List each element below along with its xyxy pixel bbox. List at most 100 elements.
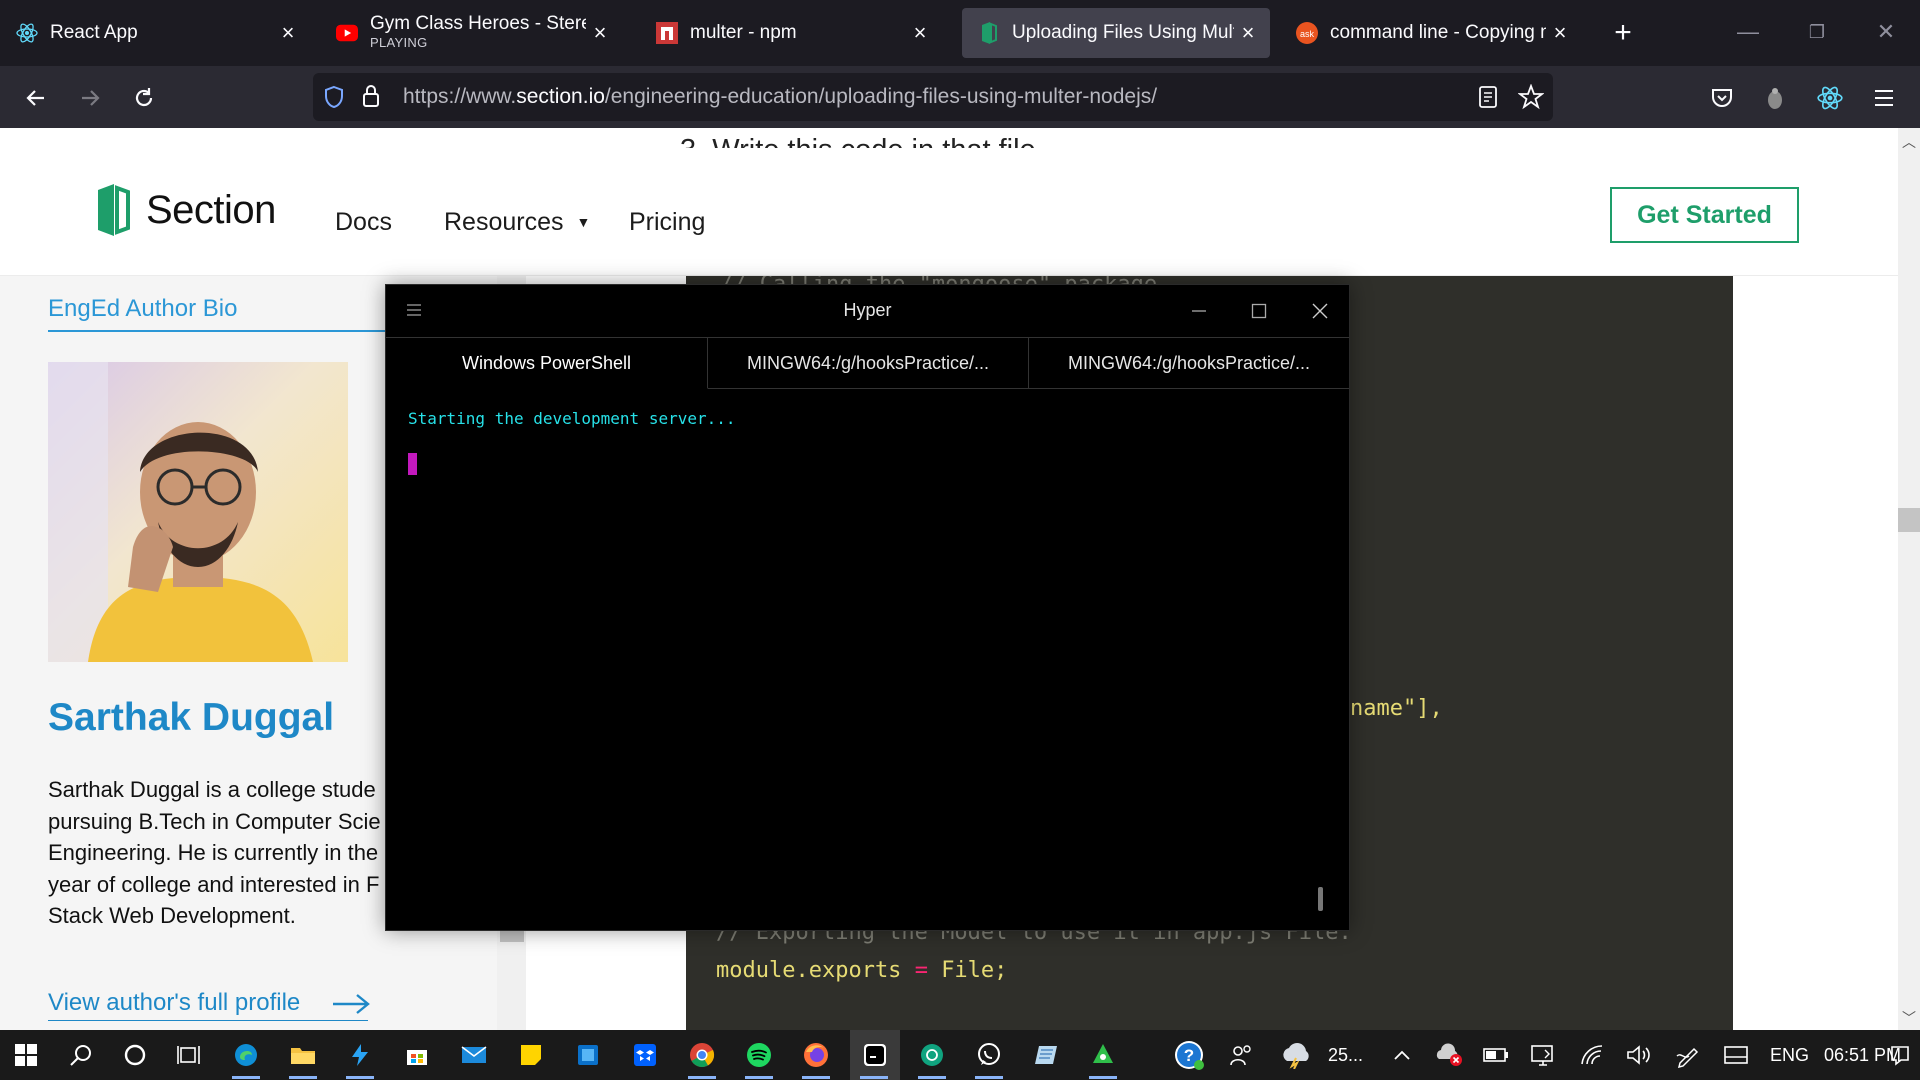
pen-tray-button[interactable]: [1664, 1030, 1712, 1080]
terminal-tab-mingw64[interactable]: MINGW64:/g/hooksPractice/...: [708, 338, 1029, 389]
wifi-tray-button[interactable]: [1568, 1030, 1616, 1080]
tab-title: React App: [50, 22, 138, 43]
taskbar-chatgpt[interactable]: [908, 1030, 956, 1080]
react-icon: [1817, 86, 1843, 110]
volume-tray-button[interactable]: [1615, 1030, 1663, 1080]
author-link-underline: [48, 1020, 368, 1021]
weather-temperature[interactable]: 25...: [1328, 1030, 1363, 1080]
taskbar-chrome[interactable]: [678, 1030, 726, 1080]
taskbar-app-green[interactable]: [1079, 1030, 1127, 1080]
hamburger-menu-icon: [1875, 90, 1893, 106]
minimize-icon[interactable]: —: [1728, 14, 1768, 50]
terminal-tab-mingw64[interactable]: MINGW64:/g/hooksPractice/...: [1029, 338, 1349, 389]
taskbar-firefox[interactable]: [792, 1030, 840, 1080]
notebook-icon: [1035, 1046, 1057, 1064]
weather-tray-button[interactable]: [1272, 1030, 1320, 1080]
tab-youtube[interactable]: Gym Class Heroes - Stereo Hearts PLAYING…: [320, 0, 622, 66]
nav-resources[interactable]: Resources ▼: [444, 208, 590, 237]
tab-multer-npm[interactable]: multer - npm ×: [640, 0, 942, 66]
section-logo[interactable]: Section: [94, 182, 276, 238]
back-arrow-icon: [26, 90, 44, 106]
taskbar-vscode[interactable]: [336, 1030, 384, 1080]
people-tray-button[interactable]: [1218, 1030, 1266, 1080]
taskbar-app-notebook[interactable]: [1022, 1030, 1070, 1080]
mail-icon: [461, 1046, 487, 1063]
taskbar-whatsapp[interactable]: [965, 1030, 1013, 1080]
forward-arrow-icon: [82, 90, 100, 106]
url-bar[interactable]: https://www.section.io/engineering-educa…: [313, 73, 1553, 121]
chevron-up-icon: [1394, 1050, 1410, 1060]
reload-button[interactable]: [124, 78, 164, 118]
section-logo-icon: [98, 184, 130, 236]
author-name[interactable]: Sarthak Duggal: [48, 696, 334, 740]
scroll-down-icon[interactable]: ﹀: [1902, 1008, 1916, 1028]
pocket-button[interactable]: [1702, 78, 1742, 118]
close-tab-icon[interactable]: ×: [586, 19, 614, 47]
cortana-icon: [124, 1044, 146, 1066]
browser-nav-bar: https://www.section.io/engineering-educa…: [0, 66, 1920, 128]
task-view-button[interactable]: [165, 1030, 213, 1080]
close-tab-icon[interactable]: ×: [1546, 19, 1574, 47]
terminal-scrollbar[interactable]: [1318, 887, 1323, 911]
taskbar-hyper[interactable]: [850, 1030, 900, 1080]
nav-pricing[interactable]: Pricing: [629, 208, 705, 237]
extension-icon: [1768, 88, 1782, 109]
minimize-icon[interactable]: [1191, 303, 1207, 319]
taskbar-edge[interactable]: [222, 1030, 270, 1080]
start-button[interactable]: [2, 1030, 50, 1080]
taskbar-dropbox[interactable]: [621, 1030, 669, 1080]
react-devtools-button[interactable]: [1810, 78, 1850, 118]
terminal-output: Starting the development server...: [408, 409, 736, 428]
taskbar-file-explorer[interactable]: [279, 1030, 327, 1080]
notifications-button[interactable]: [1882, 1030, 1918, 1080]
bookmark-star-icon[interactable]: [1518, 84, 1544, 110]
pen-icon: [1676, 1047, 1699, 1068]
forward-button[interactable]: [70, 78, 110, 118]
maximize-icon[interactable]: [1251, 303, 1267, 319]
close-icon[interactable]: [1311, 302, 1329, 320]
terminal-tab-powershell[interactable]: Windows PowerShell: [386, 338, 708, 389]
back-button[interactable]: [16, 78, 56, 118]
cortana-button[interactable]: [111, 1030, 159, 1080]
close-tab-icon[interactable]: ×: [274, 19, 302, 47]
restore-icon[interactable]: ❐: [1797, 14, 1837, 50]
author-avatar: [48, 362, 348, 662]
nav-docs[interactable]: Docs: [335, 208, 392, 237]
extension-button[interactable]: [1755, 78, 1795, 118]
reader-view-icon[interactable]: [1478, 86, 1498, 108]
tab-command-line[interactable]: ask command line - Copying mul ×: [1280, 0, 1582, 66]
input-language[interactable]: ENG: [1770, 1030, 1809, 1080]
author-profile-link[interactable]: View author's full profile: [48, 989, 371, 1017]
page-scrollbar[interactable]: ︿ ﹀: [1898, 128, 1920, 1030]
shield-icon[interactable]: [323, 85, 345, 109]
taskbar-store[interactable]: [393, 1030, 441, 1080]
help-icon: ?: [1175, 1041, 1204, 1070]
show-hidden-icons-button[interactable]: [1378, 1030, 1426, 1080]
battery-tray-button[interactable]: [1472, 1030, 1520, 1080]
help-tray-button[interactable]: ?: [1165, 1030, 1213, 1080]
close-tab-icon[interactable]: ×: [906, 19, 934, 47]
terminal-title-bar[interactable]: Hyper: [386, 285, 1349, 337]
get-started-button[interactable]: Get Started: [1610, 187, 1799, 243]
project-tray-button[interactable]: [1519, 1030, 1567, 1080]
tab-uploading-files[interactable]: Uploading Files Using Multer ×: [962, 8, 1270, 58]
page-scroll-thumb[interactable]: [1898, 508, 1920, 532]
taskbar-app-blue[interactable]: [564, 1030, 612, 1080]
hyper-terminal-window: Hyper Windows PowerShell MINGW64:/g/hook…: [385, 284, 1350, 931]
scroll-up-icon[interactable]: ︿: [1902, 132, 1916, 152]
menu-button[interactable]: [1864, 78, 1904, 118]
taskbar-mail[interactable]: [450, 1030, 498, 1080]
close-window-icon[interactable]: ✕: [1866, 14, 1906, 50]
lock-icon[interactable]: [361, 83, 381, 109]
onedrive-tray-button[interactable]: [1425, 1030, 1473, 1080]
firefox-icon: [804, 1043, 828, 1067]
close-tab-icon[interactable]: ×: [1234, 19, 1262, 47]
keyboard-tray-button[interactable]: [1712, 1030, 1760, 1080]
taskbar-spotify[interactable]: [735, 1030, 783, 1080]
new-tab-button[interactable]: +: [1606, 18, 1640, 50]
tab-react-app[interactable]: React App ×: [0, 0, 310, 66]
taskbar-sticky-notes[interactable]: [507, 1030, 555, 1080]
thunderstorm-cloud-icon: [1283, 1043, 1309, 1069]
search-button[interactable]: [57, 1030, 105, 1080]
code-string-fragment: name"],: [1350, 696, 1443, 721]
